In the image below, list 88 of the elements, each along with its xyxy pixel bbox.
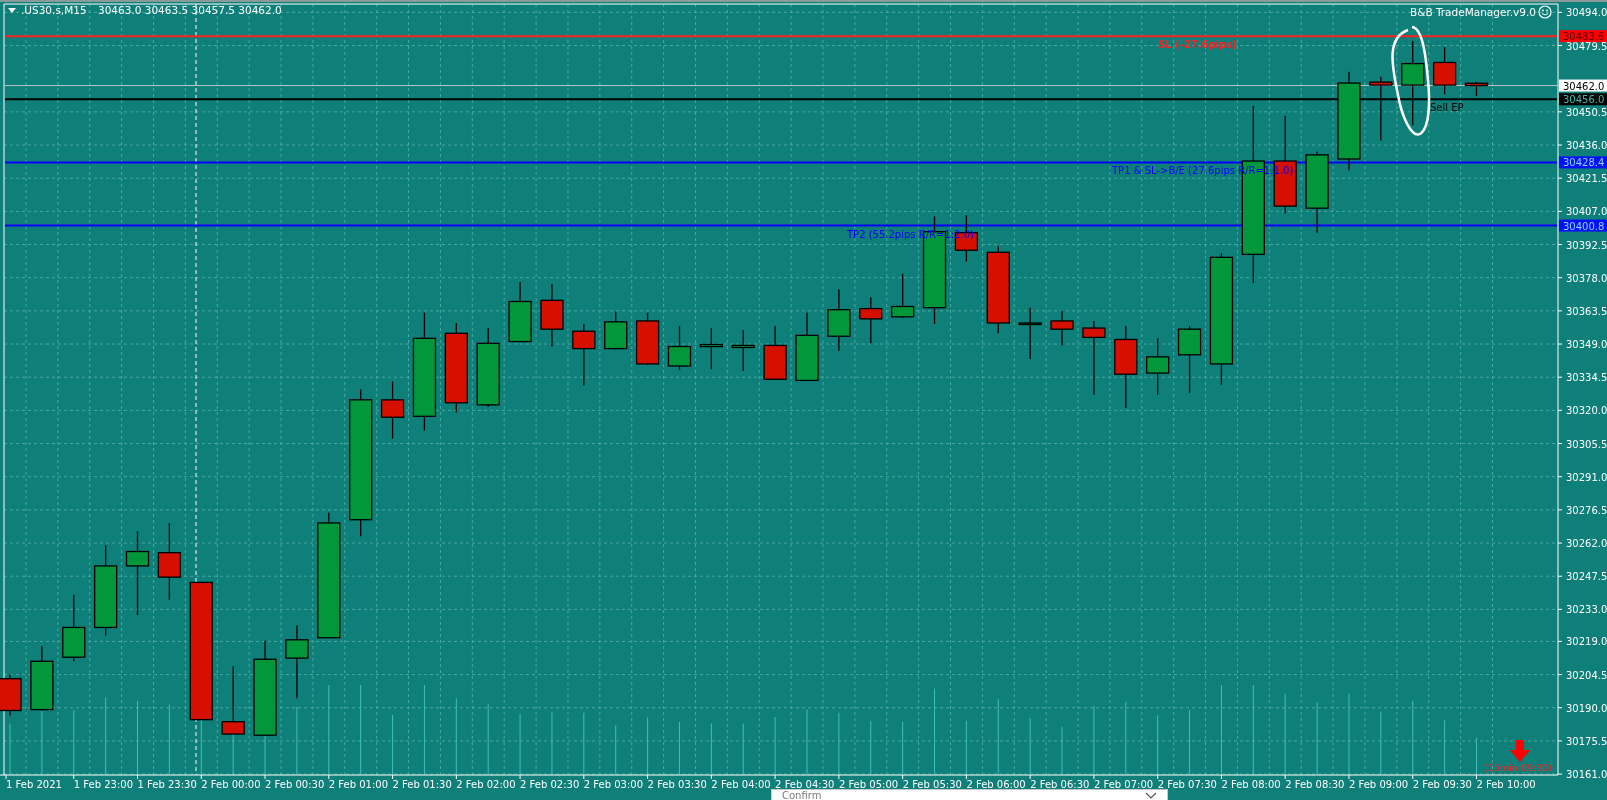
price-axis-label: 30378.0: [1566, 272, 1607, 284]
price-axis-label: 30161.0: [1566, 769, 1607, 781]
time-axis-label: 2 Feb 07:30: [1157, 779, 1217, 790]
time-axis-label: 2 Feb 03:00: [583, 779, 644, 790]
time-axis-label: 2 Feb 04:30: [775, 779, 835, 790]
time-axis-label: 2 Feb 05:30: [902, 779, 962, 790]
time-axis-label: 2 Feb 01:00: [328, 779, 389, 790]
candle: [1177, 325, 1202, 394]
time-axis-label: 2 Feb 07:00: [1093, 779, 1154, 790]
candle: [604, 311, 628, 351]
ohlc-quote: 30463.0 30463.5 30457.5 30462.0: [98, 4, 282, 16]
indicator-name: B&B TradeManager.v9.0: [1410, 6, 1536, 18]
time-axis-label: 2 Feb 02:00: [456, 779, 516, 790]
price-axis-label: 30233.0: [1566, 604, 1607, 616]
time-axis-label: 2 Feb 08:30: [1285, 779, 1345, 790]
price-axis-label: 30219.0: [1566, 636, 1607, 648]
bid-price-line[interactable]: [4, 85, 1558, 87]
candle: [795, 312, 819, 382]
time-axis-label: 2 Feb 00:00: [201, 779, 261, 790]
candle: [30, 645, 54, 712]
price-axis-label: 30407.0: [1566, 206, 1607, 218]
price-level-label: SL (-27.6pips): [1158, 39, 1237, 51]
close-icon[interactable]: [1145, 792, 1157, 800]
signal-label: (15min 09:30): [1484, 762, 1552, 773]
price-axis-label: 30204.5: [1566, 669, 1607, 681]
price-axis-label: 30291.0: [1566, 471, 1607, 483]
candle: [221, 665, 245, 735]
candle: [731, 329, 755, 372]
candle: [827, 288, 851, 352]
candle: [667, 325, 692, 371]
candle: [763, 325, 787, 380]
candle: [572, 323, 596, 387]
price-axis-label: 30349.0: [1566, 339, 1607, 351]
price-level-line[interactable]: [4, 161, 1558, 164]
time-axis-label: 2 Feb 09:30: [1412, 779, 1472, 790]
time-axis-label: 1 Feb 23:00: [73, 779, 133, 790]
price-axis-label: 30436.0: [1566, 140, 1607, 152]
price-axis-label: 30363.5: [1566, 305, 1607, 317]
time-axis-label: 2 Feb 01:30: [392, 779, 452, 790]
time-axis-label: 2 Feb 06:30: [1030, 779, 1090, 790]
candle: [1050, 310, 1074, 347]
candle: [540, 283, 564, 348]
price-tag: 30483.6: [1559, 30, 1607, 43]
candle: [891, 273, 915, 319]
price-tag: 30456.0: [1559, 93, 1607, 106]
time-axis-label: 2 Feb 09:00: [1348, 779, 1409, 790]
price-axis-label: 30262.0: [1566, 538, 1607, 550]
candle: [859, 296, 883, 344]
triangle-down-icon[interactable]: [8, 8, 16, 13]
candle: [1369, 76, 1393, 142]
price-axis-label: 30247.5: [1566, 571, 1607, 583]
candle: [1432, 46, 1457, 95]
down-arrow-icon: [1510, 740, 1530, 762]
candle: [380, 380, 405, 440]
price-level-label: Sell EP: [1430, 102, 1464, 114]
candle: [699, 327, 723, 370]
time-axis-label: 2 Feb 03:30: [647, 779, 707, 790]
candle: [635, 312, 660, 366]
price-axis-label: 30494.0: [1566, 7, 1607, 19]
price-axis-label: 30175.5: [1566, 735, 1607, 747]
time-axis-label: 1 Feb 23:30: [137, 779, 197, 790]
time-axis-label: 1 Feb 2021: [6, 779, 62, 790]
price-axis-label: 30479.5: [1566, 40, 1607, 52]
candle: [508, 281, 532, 343]
price-level-line[interactable]: [4, 98, 1558, 101]
time-axis-label: 2 Feb 00:30: [265, 779, 325, 790]
symbol-label: .US30.s,M15: [21, 4, 87, 16]
price-axis-label: 30421.5: [1566, 173, 1607, 185]
price-axis-label: 30190.0: [1566, 702, 1607, 714]
candle: [1464, 81, 1489, 97]
price-tag: 30428.4: [1559, 156, 1607, 169]
price-axis-label: 30276.5: [1566, 504, 1607, 516]
time-axis-label: 2 Feb 08:00: [1221, 779, 1281, 790]
time-axis-label: 2 Feb 06:00: [966, 779, 1026, 790]
price-axis-label: 30334.5: [1566, 372, 1607, 384]
candle: [1018, 307, 1042, 360]
candle: [62, 594, 86, 662]
candle: [1146, 337, 1170, 396]
price-axis-label: 30305.5: [1566, 438, 1607, 450]
time-axis-label: 2 Feb 02:30: [520, 779, 580, 790]
candle: [0, 673, 22, 717]
price-axis-label: 30320.0: [1566, 405, 1607, 417]
price-axis-label: 30392.5: [1566, 239, 1607, 251]
time-axis-label: 2 Feb 10:00: [1476, 779, 1536, 790]
time-axis-label: 2 Feb 04:00: [711, 779, 771, 790]
price-axis-label: 30450.5: [1566, 106, 1607, 118]
dialog-title: Confirm: [782, 790, 822, 800]
time-axis-label: 2 Feb 05:00: [838, 779, 899, 790]
